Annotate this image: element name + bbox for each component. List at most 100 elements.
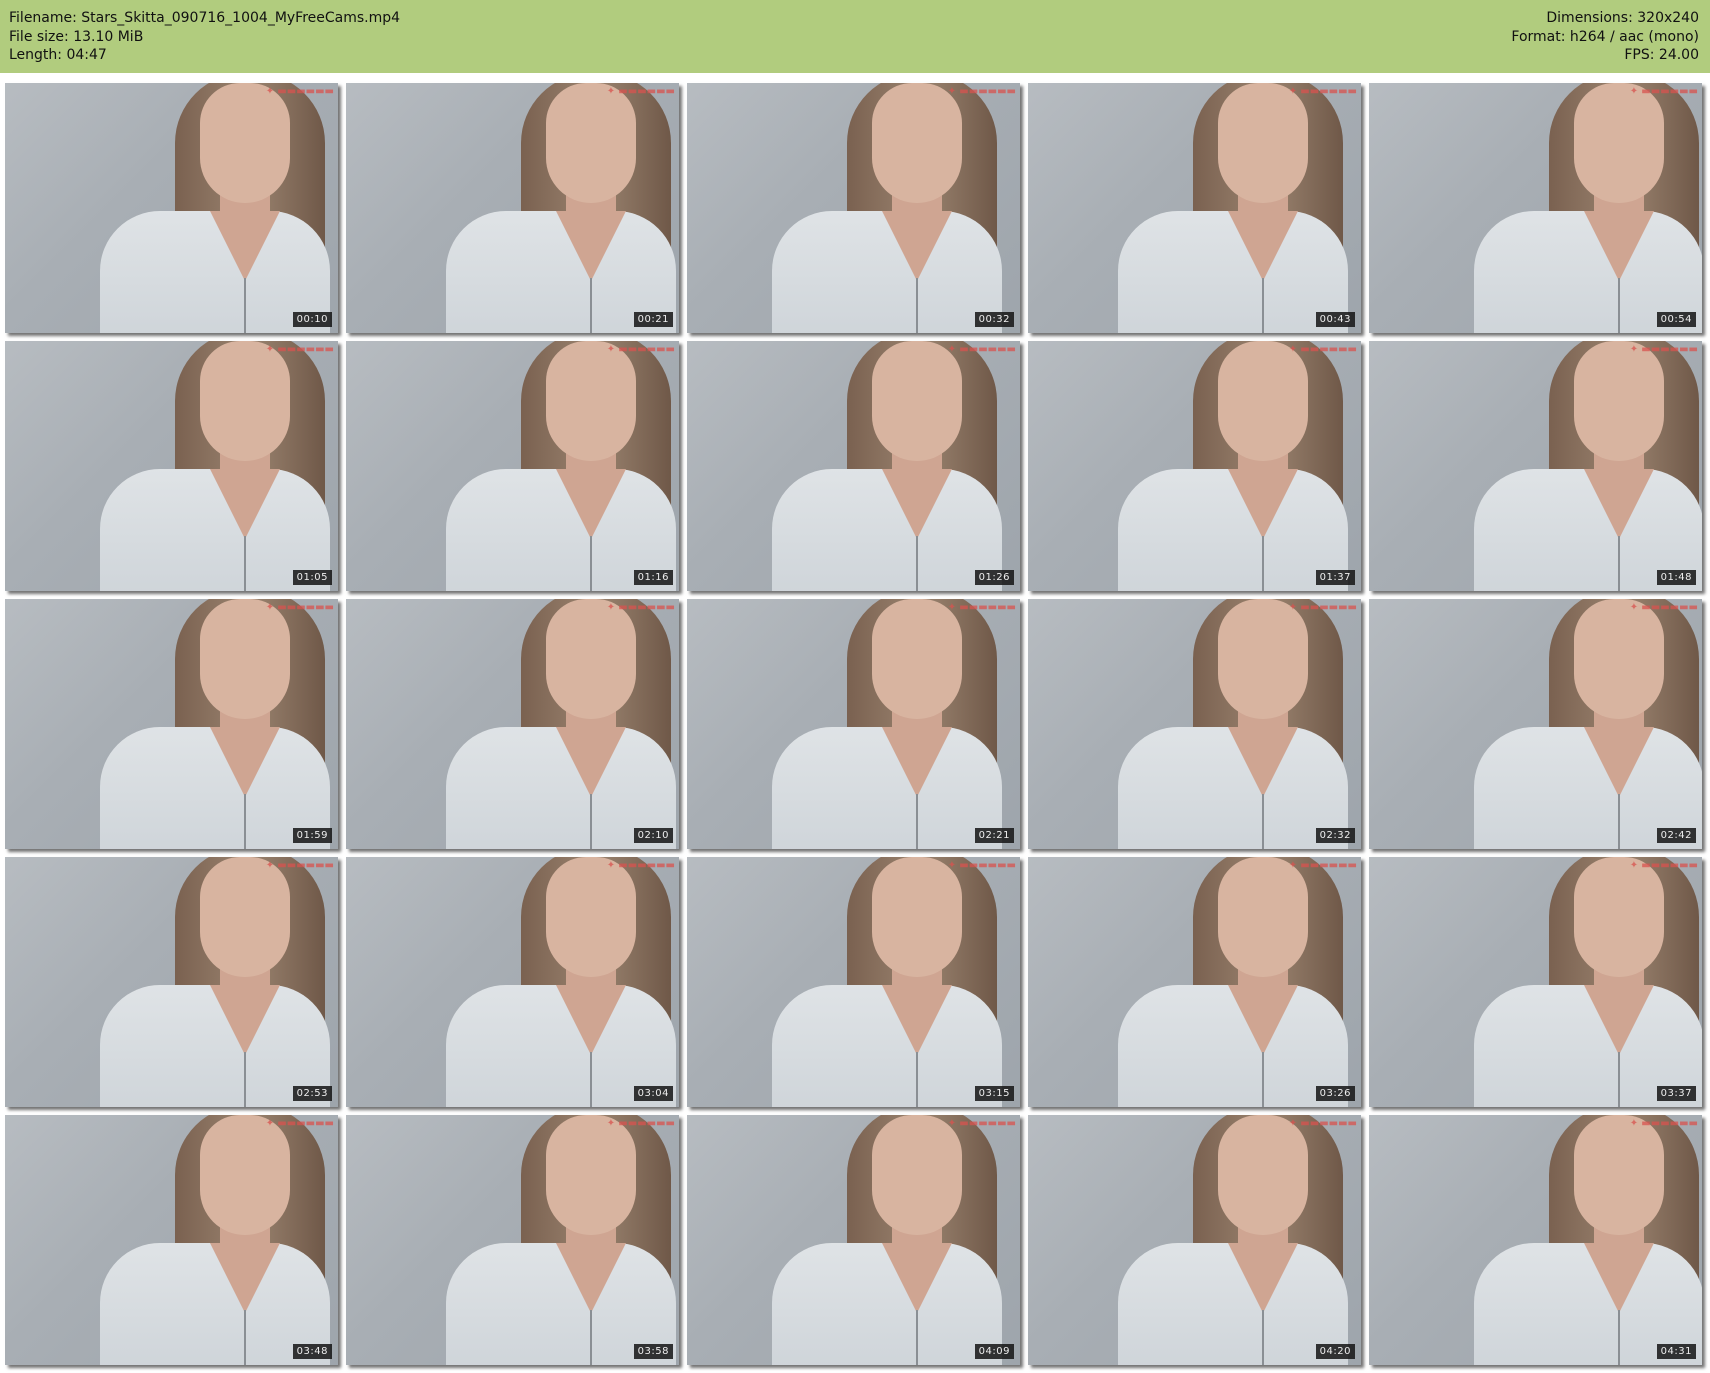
- frame-image: [351, 599, 679, 849]
- frame-image: [5, 857, 338, 1107]
- video-thumbnail[interactable]: ✦ ▬▬▬▬▬▬ 01:16: [346, 341, 679, 591]
- video-thumbnail[interactable]: ✦ ▬▬▬▬▬▬ 02:21: [687, 599, 1020, 849]
- frame-image: [5, 599, 338, 849]
- video-thumbnail[interactable]: ✦ ▬▬▬▬▬▬ 03:37: [1369, 857, 1702, 1107]
- zipper-shape: [244, 278, 246, 333]
- neckline-shape: [1228, 1243, 1298, 1313]
- face-shape: [200, 341, 290, 461]
- video-thumbnail[interactable]: ✦ ▬▬▬▬▬▬ 02:10: [346, 599, 679, 849]
- zipper-shape: [590, 536, 592, 591]
- watermark: ✦ ▬▬▬▬▬▬: [947, 86, 1016, 97]
- timestamp-label: 04:09: [974, 1344, 1014, 1359]
- neckline-shape: [1228, 985, 1298, 1055]
- watermark: ✦ ▬▬▬▬▬▬: [606, 86, 675, 97]
- watermark: ✦ ▬▬▬▬▬▬: [265, 860, 334, 871]
- video-thumbnail[interactable]: ✦ ▬▬▬▬▬▬ 04:31: [1369, 1115, 1702, 1365]
- file-size-label: File size: 13.10 MiB: [9, 28, 144, 45]
- frame-image: [687, 857, 1010, 1107]
- zipper-shape: [1618, 536, 1620, 591]
- watermark: ✦ ▬▬▬▬▬▬: [1288, 860, 1357, 871]
- watermark: ✦ ▬▬▬▬▬▬: [1288, 602, 1357, 613]
- zipper-shape: [1618, 1052, 1620, 1107]
- neckline-shape: [1584, 1243, 1654, 1313]
- face-shape: [1218, 1115, 1308, 1235]
- neckline-shape: [556, 985, 626, 1055]
- neckline-shape: [210, 727, 280, 797]
- frame-image: [1028, 83, 1356, 333]
- neckline-shape: [1584, 469, 1654, 539]
- frame-image: [687, 1115, 1010, 1365]
- watermark: ✦ ▬▬▬▬▬▬: [947, 860, 1016, 871]
- zipper-shape: [916, 794, 918, 849]
- video-thumbnail[interactable]: ✦ ▬▬▬▬▬▬ 00:21: [346, 83, 679, 333]
- face-shape: [872, 83, 962, 203]
- face-shape: [1218, 341, 1308, 461]
- watermark: ✦ ▬▬▬▬▬▬: [1288, 344, 1357, 355]
- video-thumbnail[interactable]: ✦ ▬▬▬▬▬▬ 03:48: [5, 1115, 338, 1365]
- neckline-shape: [882, 985, 952, 1055]
- face-shape: [1574, 857, 1664, 977]
- zipper-shape: [590, 1310, 592, 1365]
- watermark: ✦ ▬▬▬▬▬▬: [1629, 344, 1698, 355]
- frame-image: [1379, 857, 1702, 1107]
- zipper-shape: [244, 794, 246, 849]
- neckline-shape: [1228, 727, 1298, 797]
- video-thumbnail[interactable]: ✦ ▬▬▬▬▬▬ 00:10: [5, 83, 338, 333]
- face-shape: [1218, 83, 1308, 203]
- video-thumbnail[interactable]: ✦ ▬▬▬▬▬▬ 01:37: [1028, 341, 1361, 591]
- frame-image: [5, 83, 338, 333]
- neckline-shape: [1228, 211, 1298, 281]
- timestamp-label: 03:48: [292, 1344, 332, 1359]
- frame-image: [1028, 341, 1356, 591]
- zipper-shape: [1618, 278, 1620, 333]
- video-thumbnail[interactable]: ✦ ▬▬▬▬▬▬ 02:42: [1369, 599, 1702, 849]
- zipper-shape: [590, 1052, 592, 1107]
- timestamp-label: 03:37: [1656, 1086, 1696, 1101]
- timestamp-label: 01:26: [974, 570, 1014, 585]
- video-thumbnail[interactable]: ✦ ▬▬▬▬▬▬ 00:43: [1028, 83, 1361, 333]
- video-thumbnail[interactable]: ✦ ▬▬▬▬▬▬ 03:04: [346, 857, 679, 1107]
- timestamp-label: 02:32: [1315, 828, 1355, 843]
- video-thumbnail[interactable]: ✦ ▬▬▬▬▬▬ 03:26: [1028, 857, 1361, 1107]
- timestamp-label: 01:16: [633, 570, 673, 585]
- zipper-shape: [590, 278, 592, 333]
- neckline-shape: [556, 469, 626, 539]
- face-shape: [200, 599, 290, 719]
- video-thumbnail[interactable]: ✦ ▬▬▬▬▬▬ 00:32: [687, 83, 1020, 333]
- length-label: Length: 04:47: [9, 47, 107, 63]
- timestamp-label: 01:48: [1656, 570, 1696, 585]
- video-thumbnail[interactable]: ✦ ▬▬▬▬▬▬ 01:59: [5, 599, 338, 849]
- watermark: ✦ ▬▬▬▬▬▬: [1288, 86, 1357, 97]
- video-thumbnail[interactable]: ✦ ▬▬▬▬▬▬ 03:15: [687, 857, 1020, 1107]
- watermark: ✦ ▬▬▬▬▬▬: [606, 860, 675, 871]
- video-thumbnail[interactable]: ✦ ▬▬▬▬▬▬ 02:53: [5, 857, 338, 1107]
- watermark: ✦ ▬▬▬▬▬▬: [265, 1118, 334, 1129]
- timestamp-label: 02:10: [633, 828, 673, 843]
- info-header: Filename: Stars_Skitta_090716_1004_MyFre…: [0, 0, 1710, 73]
- frame-image: [1028, 857, 1356, 1107]
- video-thumbnail[interactable]: ✦ ▬▬▬▬▬▬ 00:54: [1369, 83, 1702, 333]
- frame-image: [5, 1115, 338, 1365]
- face-shape: [546, 857, 636, 977]
- timestamp-label: 01:37: [1315, 570, 1355, 585]
- face-shape: [872, 341, 962, 461]
- watermark: ✦ ▬▬▬▬▬▬: [606, 344, 675, 355]
- timestamp-label: 04:31: [1656, 1344, 1696, 1359]
- face-shape: [872, 857, 962, 977]
- face-shape: [872, 599, 962, 719]
- neckline-shape: [882, 469, 952, 539]
- zipper-shape: [244, 1310, 246, 1365]
- video-thumbnail[interactable]: ✦ ▬▬▬▬▬▬ 02:32: [1028, 599, 1361, 849]
- video-thumbnail[interactable]: ✦ ▬▬▬▬▬▬ 01:48: [1369, 341, 1702, 591]
- video-thumbnail[interactable]: ✦ ▬▬▬▬▬▬ 01:05: [5, 341, 338, 591]
- zipper-shape: [1262, 536, 1264, 591]
- watermark: ✦ ▬▬▬▬▬▬: [265, 344, 334, 355]
- video-thumbnail[interactable]: ✦ ▬▬▬▬▬▬ 04:09: [687, 1115, 1020, 1365]
- zipper-shape: [916, 1052, 918, 1107]
- watermark: ✦ ▬▬▬▬▬▬: [1629, 860, 1698, 871]
- video-thumbnail[interactable]: ✦ ▬▬▬▬▬▬ 01:26: [687, 341, 1020, 591]
- neckline-shape: [882, 211, 952, 281]
- video-thumbnail[interactable]: ✦ ▬▬▬▬▬▬ 04:20: [1028, 1115, 1361, 1365]
- face-shape: [1574, 341, 1664, 461]
- video-thumbnail[interactable]: ✦ ▬▬▬▬▬▬ 03:58: [346, 1115, 679, 1365]
